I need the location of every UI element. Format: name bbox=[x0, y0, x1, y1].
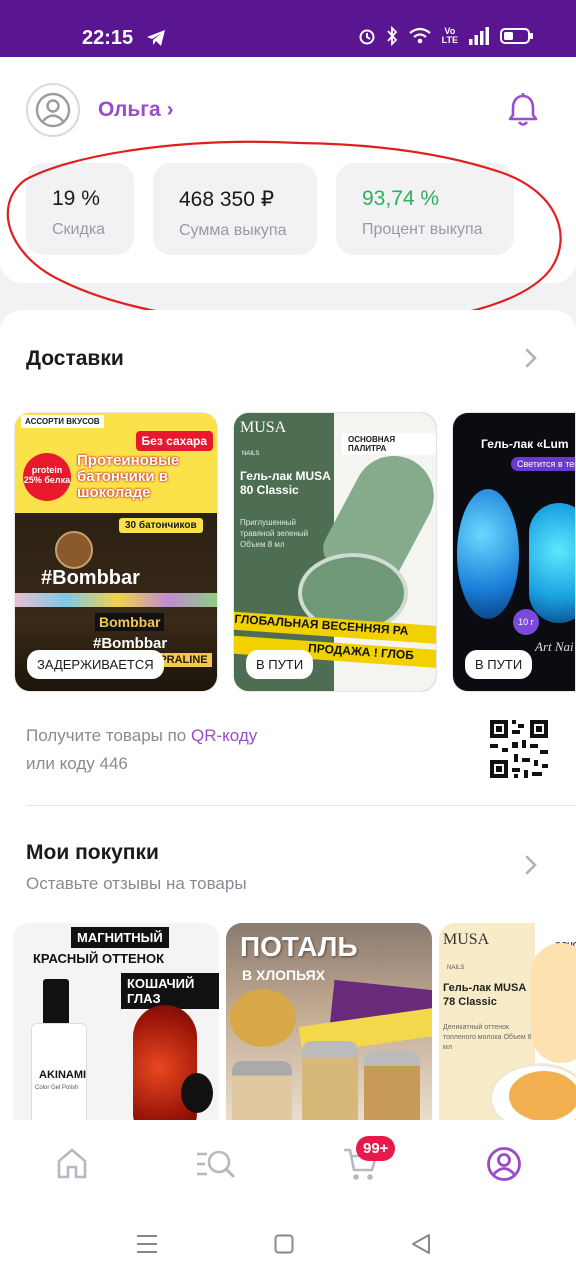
tile-line-2: В ХЛОПЬЯХ bbox=[242, 967, 326, 983]
alarm-icon bbox=[359, 29, 375, 45]
delivery-status-chip: В ПУТИ bbox=[246, 650, 314, 679]
menu-icon[interactable] bbox=[136, 1233, 158, 1255]
tile-subtitle: Светится в тем bbox=[511, 457, 575, 471]
status-icons: Vo LTE bbox=[358, 26, 534, 46]
delivery-status-chip: ЗАДЕРЖИВАЕТСЯ bbox=[27, 650, 164, 679]
bluetooth-icon bbox=[386, 26, 397, 46]
tile-line-2: КРАСНЫЙ ОТТЕНОК bbox=[33, 951, 165, 966]
user-name-link[interactable]: Ольга › bbox=[98, 98, 174, 122]
tile-count: 30 батончиков bbox=[119, 518, 203, 533]
stat-purchase-sum: 468 350 ₽ Сумма выкупа bbox=[153, 163, 317, 255]
tile-tag: ОСНОВНАЯ ПАЛИТРА bbox=[342, 433, 436, 455]
tile-brand-sub: NAILS bbox=[242, 451, 260, 457]
tile-brand-sub: Color Gel Polish bbox=[35, 1085, 79, 1091]
purchases-subtitle: Оставьте отзывы на товары bbox=[26, 874, 247, 893]
tile-line-1: МАГНИТНЫЙ bbox=[71, 927, 169, 948]
tile-banner: АССОРТИ ВКУСОВ bbox=[21, 415, 104, 428]
tile-brand: MUSA bbox=[240, 419, 287, 436]
purchase-item[interactable]: MUSA NAILS ОСНО Гель-лак MUSA 78 Classic… bbox=[439, 923, 576, 1133]
tile-title: Гель-лак MUSA 80 Classic bbox=[240, 469, 331, 497]
tile-desc: Приглушенный травяной зеленый Объем 8 мл bbox=[240, 518, 309, 549]
avatar-icon bbox=[35, 92, 71, 128]
volte-indicator: Vo LTE bbox=[441, 26, 458, 45]
tile-headline: Протеиновые батончики в шоколаде bbox=[77, 452, 180, 501]
tile-brand: Art Nai bbox=[535, 639, 574, 654]
tile-brand: #Bombbar bbox=[41, 567, 140, 589]
stat-purchase-percent: 93,74 % Процент выкупа bbox=[336, 163, 514, 255]
chevron-right-icon[interactable] bbox=[522, 347, 540, 369]
delivery-status-chip: В ПУТИ bbox=[465, 650, 533, 679]
stat-value: 468 350 ₽ bbox=[179, 188, 275, 211]
tile-promo: protein 25% белка bbox=[23, 453, 71, 501]
purchases-title: Мои покупки bbox=[26, 841, 159, 864]
qr-code-icon[interactable] bbox=[488, 718, 550, 780]
delivery-item[interactable]: MUSA NAILS ОСНОВНАЯ ПАЛИТРА Гель-лак MUS… bbox=[233, 412, 437, 692]
wifi-icon bbox=[408, 27, 431, 44]
chevron-right-icon[interactable] bbox=[522, 854, 540, 876]
qr-hint: Получите товары по QR-коду или коду 446 bbox=[26, 722, 257, 778]
delivery-item[interactable]: АССОРТИ ВКУСОВ Без сахара Протеиновые ба… bbox=[14, 412, 218, 692]
qr-text-2: или коду 446 bbox=[26, 754, 128, 773]
tile-title: Гель-лак MUSA 78 Classic bbox=[443, 982, 526, 1008]
stat-label: Скидка bbox=[52, 221, 106, 238]
delivery-item[interactable]: Гель-лак «Lum Светится в тем 10 г Art Na… bbox=[452, 412, 576, 692]
tile-brand: MUSA bbox=[443, 931, 490, 948]
signal-icon bbox=[469, 27, 489, 45]
profile-icon[interactable] bbox=[486, 1146, 522, 1182]
stat-discount: 19 % Скидка bbox=[26, 163, 134, 255]
cart-badge: 99+ bbox=[356, 1136, 396, 1161]
stat-value: 93,74 % bbox=[362, 187, 440, 210]
tile-line-1: ПОТАЛЬ bbox=[240, 931, 358, 962]
status-time: 22:15 bbox=[82, 27, 134, 49]
telegram-icon bbox=[147, 30, 165, 46]
purchase-item[interactable]: ПОТАЛЬ В ХЛОПЬЯХ bbox=[226, 923, 432, 1133]
avatar[interactable] bbox=[26, 83, 80, 137]
tile-weight: 10 г bbox=[513, 609, 539, 635]
bell-icon[interactable] bbox=[506, 92, 540, 128]
home-icon[interactable] bbox=[54, 1146, 90, 1182]
stat-value: 19 % bbox=[52, 187, 100, 210]
tile-badge: Без сахара bbox=[135, 431, 213, 451]
deliveries-title: Доставки bbox=[26, 347, 124, 370]
qr-text-1: Получите товары по bbox=[26, 726, 191, 745]
divider bbox=[26, 805, 576, 806]
catalog-search-icon[interactable] bbox=[195, 1146, 237, 1182]
tile-brand-sub: NAILS bbox=[447, 965, 465, 971]
purchase-item[interactable]: МАГНИТНЫЙ КРАСНЫЙ ОТТЕНОК КОШАЧИЙ ГЛАЗ A… bbox=[13, 923, 219, 1133]
qr-link[interactable]: QR-коду bbox=[191, 726, 257, 745]
tile-line-3: КОШАЧИЙ ГЛАЗ bbox=[121, 973, 219, 1009]
stat-label: Сумма выкупа bbox=[179, 222, 287, 239]
battery-icon bbox=[500, 28, 533, 44]
tile-title: Гель-лак «Lum bbox=[481, 437, 569, 451]
tile-brand: AKINAMI bbox=[39, 1069, 87, 1081]
stat-label: Процент выкупа bbox=[362, 221, 483, 238]
status-bar: 22:15 Vo LTE bbox=[0, 0, 576, 57]
square-icon[interactable] bbox=[274, 1233, 294, 1255]
tile-desc: Деликатный оттенок топленого молока Объе… bbox=[443, 1024, 532, 1051]
back-icon[interactable] bbox=[410, 1233, 432, 1255]
